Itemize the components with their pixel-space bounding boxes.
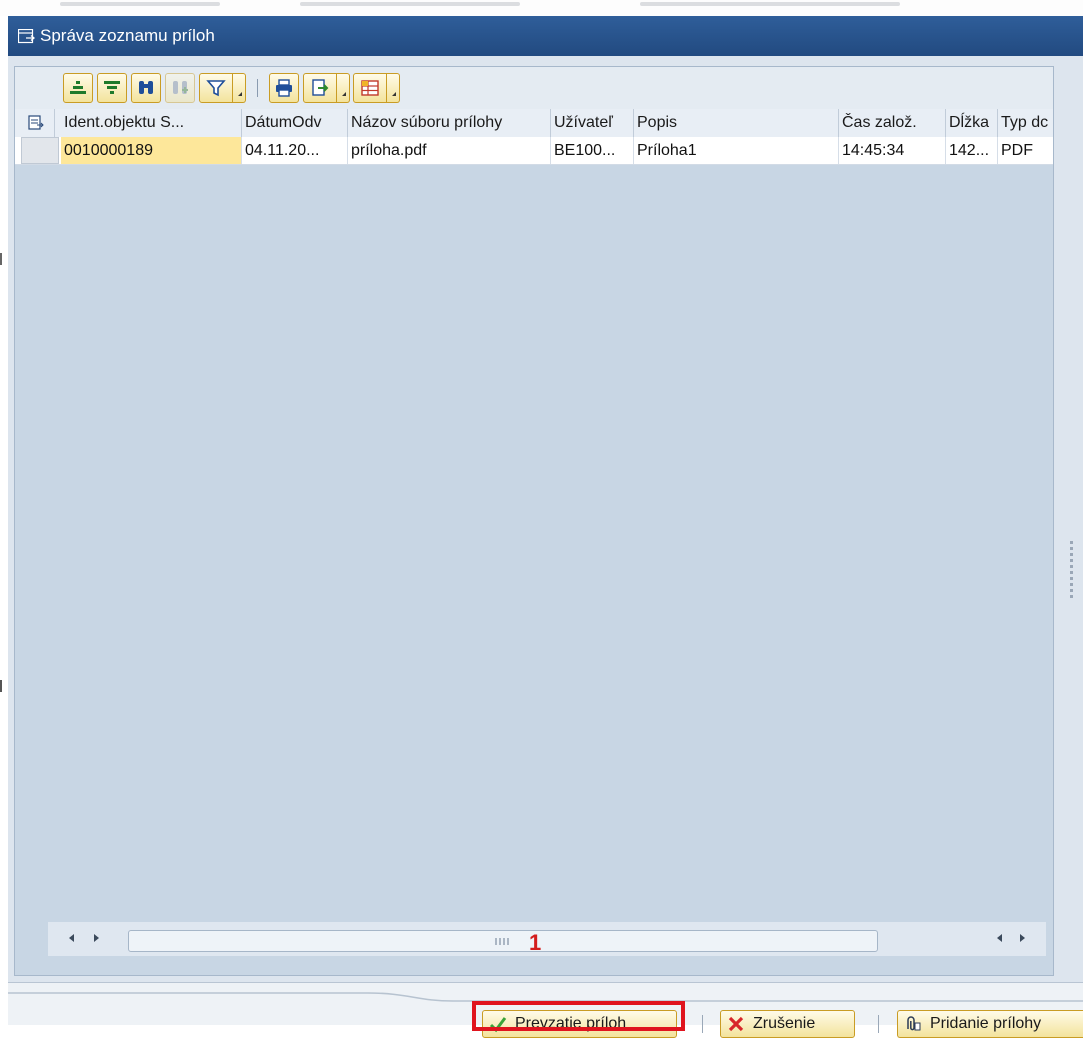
footer-separator bbox=[702, 1015, 703, 1033]
background-page-strip bbox=[0, 0, 1083, 16]
footer-separator bbox=[878, 1015, 879, 1033]
resize-grip[interactable] bbox=[1070, 541, 1073, 601]
sort-ascending-icon bbox=[70, 81, 86, 94]
column-header-file-name[interactable]: Názov súboru prílohy bbox=[348, 109, 551, 137]
layout-icon bbox=[361, 80, 379, 96]
scrollbar-thumb[interactable] bbox=[128, 930, 878, 952]
cell-type[interactable]: PDF bbox=[998, 137, 1053, 164]
column-header-length[interactable]: Dĺžka bbox=[946, 109, 998, 137]
cell-user[interactable]: BE100... bbox=[551, 137, 634, 164]
column-header-date[interactable]: DátumOdv bbox=[242, 109, 348, 137]
table-row[interactable]: 0010000189 04.11.20... príloha.pdf BE100… bbox=[15, 137, 1053, 165]
find-icon bbox=[139, 81, 153, 94]
cell-length[interactable]: 142... bbox=[946, 137, 998, 164]
cell-file-name[interactable]: príloha.pdf bbox=[348, 137, 551, 164]
column-header-user[interactable]: Užívateľ bbox=[551, 109, 634, 137]
find-button[interactable] bbox=[131, 73, 161, 103]
filter-icon bbox=[206, 80, 226, 97]
dialog-title: Správa zoznamu príloh bbox=[40, 26, 215, 45]
horizontal-scrollbar[interactable] bbox=[48, 922, 1046, 956]
sort-descending-button[interactable] bbox=[97, 73, 127, 103]
background-edge-mark bbox=[0, 680, 2, 692]
step-annotation-number: 1 bbox=[529, 930, 542, 955]
scroll-right-end-arrow-icon[interactable] bbox=[1010, 926, 1034, 950]
cancel-button[interactable]: Zrušenie bbox=[720, 1010, 855, 1038]
attachment-grid: Ident.objektu S... DátumOdv Názov súboru… bbox=[14, 66, 1054, 976]
cancel-label: Zrušenie bbox=[753, 1015, 816, 1032]
cell-date[interactable]: 04.11.20... bbox=[242, 137, 348, 164]
attachment-list-dialog: Správa zoznamu príloh Ident.objektu S...… bbox=[8, 16, 1083, 1025]
find-next-button[interactable] bbox=[165, 73, 195, 103]
scroll-left-end-arrow-icon[interactable] bbox=[988, 926, 1012, 950]
dialog-content: Ident.objektu S... DátumOdv Názov súboru… bbox=[8, 56, 1083, 983]
export-button[interactable] bbox=[303, 73, 337, 103]
filter-dropdown[interactable] bbox=[233, 73, 246, 103]
print-button[interactable] bbox=[269, 73, 299, 103]
filter-button[interactable] bbox=[199, 73, 233, 103]
column-header-type[interactable]: Typ dc bbox=[998, 109, 1053, 137]
add-attachment-button[interactable]: Pridanie prílohy bbox=[897, 1010, 1083, 1038]
export-icon bbox=[312, 79, 329, 96]
sort-descending-icon bbox=[104, 81, 120, 94]
find-next-icon bbox=[173, 81, 188, 94]
grid-toolbar bbox=[15, 67, 1053, 110]
add-attachment-label: Pridanie prílohy bbox=[930, 1015, 1042, 1032]
select-all-icon[interactable] bbox=[15, 109, 55, 137]
row-selector[interactable] bbox=[21, 137, 59, 164]
layout-dropdown[interactable] bbox=[387, 73, 400, 103]
scroll-right-arrow-icon[interactable] bbox=[84, 926, 108, 950]
cancel-x-icon bbox=[728, 1016, 744, 1032]
table-header: Ident.objektu S... DátumOdv Názov súboru… bbox=[15, 109, 1053, 138]
highlight-box bbox=[472, 1001, 685, 1031]
print-icon bbox=[276, 79, 292, 97]
column-header-time[interactable]: Čas založ. bbox=[839, 109, 946, 137]
background-edge-mark bbox=[0, 253, 2, 265]
attachment-clip-icon bbox=[907, 1016, 921, 1031]
scroll-left-arrow-icon[interactable] bbox=[60, 926, 84, 950]
cell-description[interactable]: Príloha1 bbox=[634, 137, 839, 164]
cell-object-id[interactable]: 0010000189 bbox=[61, 137, 242, 164]
toolbar-separator bbox=[257, 79, 258, 97]
export-dropdown[interactable] bbox=[337, 73, 350, 103]
column-header-description[interactable]: Popis bbox=[634, 109, 839, 137]
dialog-window-icon bbox=[18, 28, 35, 43]
dialog-titlebar: Správa zoznamu príloh bbox=[8, 16, 1083, 56]
layout-button[interactable] bbox=[353, 73, 387, 103]
cell-time[interactable]: 14:45:34 bbox=[839, 137, 946, 164]
column-header-object-id[interactable]: Ident.objektu S... bbox=[61, 109, 242, 137]
sort-ascending-button[interactable] bbox=[63, 73, 93, 103]
